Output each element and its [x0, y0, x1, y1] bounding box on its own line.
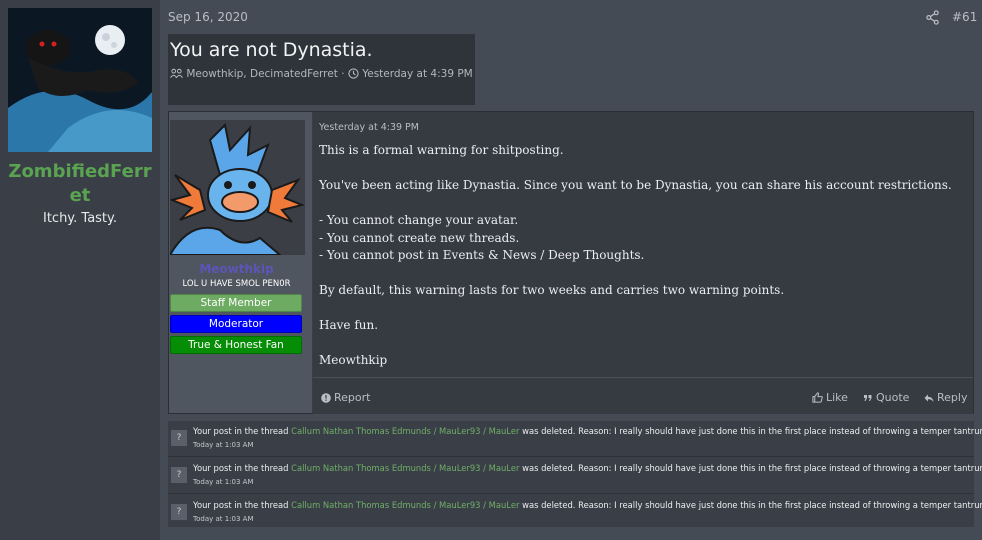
true-honest-fan-banner: True & Honest Fan [170, 336, 302, 354]
alert-item[interactable]: ? Your post in the thread Callum Nathan … [168, 458, 982, 494]
message-time[interactable]: Yesterday at 4:39 PM [319, 122, 419, 133]
message-paragraph: Have fun. [319, 318, 379, 332]
alert-suffix: was deleted. Reason: I really should hav… [522, 426, 982, 436]
poster-user-title: Itchy. Tasty. [42, 211, 118, 226]
meta-separator: · [341, 68, 345, 80]
alert-suffix: was deleted. Reason: I really should hav… [522, 500, 982, 510]
reply-icon [924, 394, 934, 402]
share-icon[interactable] [925, 10, 940, 25]
conversation-meta: Meowthkip, DecimatedFerret · Yesterday a… [170, 68, 473, 80]
message-author-name[interactable]: Meowthkip [169, 262, 304, 276]
alert-prefix: Your post in the thread [193, 426, 289, 436]
restriction-item: - You cannot change your avatar. [319, 213, 519, 227]
conversation-message: Meowthkip LOL U HAVE SMOL PEN0R Staff Me… [168, 111, 974, 414]
like-button[interactable]: Like [812, 391, 848, 404]
alert-text: Your post in the thread Callum Nathan Th… [193, 463, 982, 473]
report-button[interactable]: Report [321, 391, 370, 404]
like-label[interactable]: Like [826, 391, 848, 404]
quote-label[interactable]: Quote [876, 391, 909, 404]
clock-icon [348, 68, 359, 79]
message-signature: Meowthkip [319, 353, 388, 367]
moderator-banner: Moderator [170, 315, 302, 333]
reply-label[interactable]: Reply [937, 391, 967, 404]
poster-sidebar: ZombifiedFerr et Itchy. Tasty. [0, 0, 160, 540]
message-actions: Report Like Quote Reply [313, 377, 973, 414]
alert-thread-link[interactable]: Callum Nathan Thomas Edmunds / MauLer93 … [291, 463, 519, 473]
conversation-time[interactable]: Yesterday at 4:39 PM [362, 68, 473, 80]
alerts-list: ? Your post in the thread Callum Nathan … [168, 421, 982, 527]
unknown-avatar-icon: ? [171, 504, 187, 520]
message-paragraph: This is a formal warning for shitposting… [319, 143, 564, 157]
alert-thread-link[interactable]: Callum Nathan Thomas Edmunds / MauLer93 … [291, 426, 519, 436]
post-number[interactable]: #61 [952, 10, 977, 24]
alert-text: Your post in the thread Callum Nathan Th… [193, 500, 982, 510]
conversation-participants[interactable]: Meowthkip, DecimatedFerret [186, 68, 338, 80]
poster-username[interactable]: ZombifiedFerr et [0, 160, 160, 208]
alert-thread-link[interactable]: Callum Nathan Thomas Edmunds / MauLer93 … [291, 500, 519, 510]
poster-username-line1[interactable]: ZombifiedFerr [0, 160, 160, 184]
alert-time: Today at 1:03 AM [193, 478, 254, 486]
poster-username-line2[interactable]: et [0, 184, 160, 208]
message-paragraph: You've been acting like Dynastia. Since … [319, 178, 952, 192]
reply-button[interactable]: Reply [924, 391, 967, 404]
unknown-avatar-icon: ? [171, 430, 187, 446]
message-user-panel: Meowthkip LOL U HAVE SMOL PEN0R Staff Me… [168, 112, 312, 413]
message-content: This is a formal warning for shitposting… [319, 142, 959, 370]
alert-prefix: Your post in the thread [193, 463, 289, 473]
message-author-title: LOL U HAVE SMOL PEN0R [182, 279, 291, 289]
alert-item[interactable]: ? Your post in the thread Callum Nathan … [168, 421, 982, 457]
restriction-item: - You cannot create new threads. [319, 230, 520, 245]
message-body: Yesterday at 4:39 PM This is a formal wa… [313, 112, 973, 414]
conversation-header: You are not Dynastia. Meowthkip, Decimat… [168, 34, 475, 105]
quote-icon [864, 395, 872, 401]
info-circle-icon [321, 393, 331, 403]
alert-prefix: Your post in the thread [193, 500, 289, 510]
message-author-avatar[interactable] [168, 120, 306, 256]
restriction-item: - You cannot post in Events & News / Dee… [319, 248, 645, 262]
alert-time: Today at 1:03 AM [193, 515, 254, 523]
message-paragraph: By default, this warning lasts for two w… [319, 283, 785, 297]
alert-item[interactable]: ? Your post in the thread Callum Nathan … [168, 495, 982, 531]
poster-avatar[interactable] [8, 8, 152, 152]
report-label[interactable]: Report [334, 391, 370, 404]
conversation-title[interactable]: You are not Dynastia. [170, 39, 373, 61]
alert-text: Your post in the thread Callum Nathan Th… [193, 426, 982, 436]
alert-time: Today at 1:03 AM [193, 441, 254, 449]
thumbs-up-icon [812, 392, 823, 403]
alert-suffix: was deleted. Reason: I really should hav… [522, 463, 982, 473]
quote-button[interactable]: Quote [863, 391, 909, 404]
post-date[interactable]: Sep 16, 2020 [168, 10, 248, 24]
staff-member-banner: Staff Member [170, 294, 302, 312]
unknown-avatar-icon: ? [171, 467, 187, 483]
users-icon [170, 68, 183, 78]
